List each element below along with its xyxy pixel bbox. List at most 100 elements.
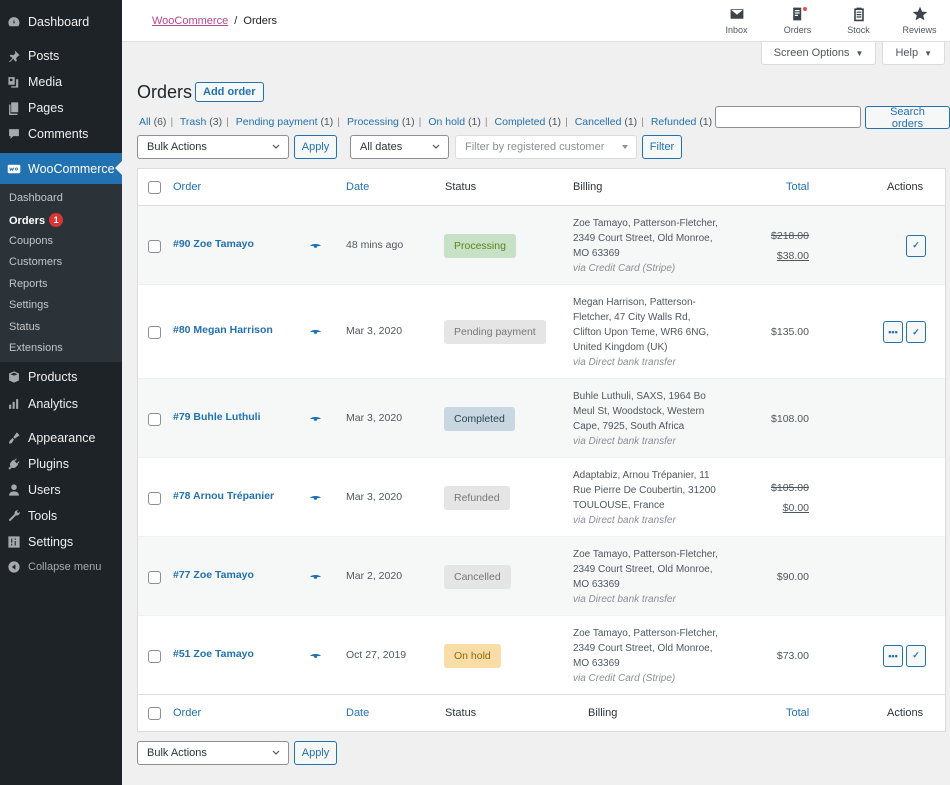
search-orders-button[interactable]: Search orders [865,106,950,130]
breadcrumb-woocommerce-link[interactable]: WooCommerce [152,15,228,27]
table-row[interactable]: #77 Zoe Tamayo Mar 2, 2020 Cancelled Zoe Ta… [138,537,945,616]
table-row[interactable]: #80 Megan Harrison Mar 3, 2020 Pending pay… [138,285,945,379]
sidebar-item-pages[interactable]: Pages [0,95,122,121]
bulk-actions-select-top[interactable]: Bulk Actions [137,135,289,159]
order-link[interactable]: #80 Megan Harrison [173,324,273,336]
toolbar-orders-button[interactable]: Orders [767,6,828,35]
admin-sidebar: Dashboard Posts Media Pages Comments Woo… [0,0,122,785]
filter-processing[interactable]: Processing (1) [347,116,415,128]
screen-options-button[interactable]: Screen Options ▼ [760,42,877,65]
column-total-header[interactable]: Total [786,181,809,193]
preview-eye-icon[interactable] [310,494,321,502]
column-order-header[interactable]: Order [173,181,201,193]
search-orders-input[interactable] [715,106,861,128]
status-badge: Completed [444,406,515,431]
select-all-checkbox[interactable] [148,181,161,194]
date-filter-value: All dates [360,141,403,153]
sidebar-item-woocommerce[interactable]: WooCommerce [0,153,122,184]
filter-trash[interactable]: Trash (3) [180,116,222,128]
orders-count-badge: 1 [49,213,64,227]
sidebar-item-posts[interactable]: Posts [0,43,122,69]
submenu-item-extensions[interactable]: Extensions [9,342,63,354]
bulk-actions-select-bottom[interactable]: Bulk Actions [137,741,289,765]
column-order-footer[interactable]: Order [173,707,201,719]
status-badge: Cancelled [444,564,511,589]
sidebar-item-settings[interactable]: Settings [0,529,122,555]
select-all-checkbox-footer[interactable] [148,707,161,720]
filter-completed[interactable]: Completed (1) [495,116,562,128]
row-checkbox[interactable] [148,649,161,663]
order-link[interactable]: #51 Zoe Tamayo [173,648,254,660]
apply-button-top[interactable]: Apply [294,135,337,159]
submenu-item-customers[interactable]: Customers [9,256,62,268]
toolbar-label: Orders [783,25,812,35]
mark-complete-button[interactable]: ✓ [906,234,926,257]
submenu-item-orders[interactable]: Orders 1 [9,213,64,227]
filter-refunded[interactable]: Refunded (1) [651,116,712,128]
mark-processing-button[interactable]: ••• [883,321,903,343]
preview-eye-icon[interactable] [310,652,321,660]
column-date-footer[interactable]: Date [346,707,369,719]
submenu-item-reports[interactable]: Reports [9,278,48,290]
toolbar-reviews-button[interactable]: Reviews [889,6,950,35]
filter-on-hold[interactable]: On hold (1) [428,116,481,128]
user-icon [7,483,21,497]
billing-line: Zoe Tamayo, Patterson-Fletcher, [573,627,718,639]
toolbar-stock-button[interactable]: Stock [828,6,889,35]
toolbar-inbox-button[interactable]: Inbox [706,6,767,35]
row-checkbox[interactable] [148,239,161,253]
sidebar-item-products[interactable]: Products [0,364,122,390]
sidebar-item-media[interactable]: Media [0,69,122,95]
preview-eye-icon[interactable] [310,242,321,250]
order-link[interactable]: #79 Buhle Luthuli [173,411,261,423]
order-link[interactable]: #77 Zoe Tamayo [173,569,254,581]
filter-cancelled[interactable]: Cancelled (1) [575,116,637,128]
table-row[interactable]: #79 Buhle Luthuli Mar 3, 2020 Completed Buh… [138,379,945,458]
sidebar-item-comments[interactable]: Comments [0,121,122,147]
submenu-item-coupons[interactable]: Coupons [9,235,53,247]
filter-button[interactable]: Filter [642,135,682,159]
help-button[interactable]: Help ▼ [882,42,945,65]
preview-eye-icon[interactable] [310,573,321,581]
order-total: $218.00 $38.00 [771,226,809,266]
sidebar-item-tools[interactable]: Tools [0,503,122,529]
mark-complete-button[interactable]: ✓ [906,321,926,343]
sidebar-item-analytics[interactable]: Analytics [0,391,122,417]
row-checkbox[interactable] [148,491,161,505]
row-checkbox[interactable] [148,326,161,339]
table-row[interactable]: #51 Zoe Tamayo Oct 27, 2019 On hold Zoe Tam… [138,616,945,695]
submenu-item-settings[interactable]: Settings [9,299,49,311]
column-total-footer[interactable]: Total [786,707,809,719]
clipboard-icon [853,7,864,22]
filter-pending-payment[interactable]: Pending payment (1) [236,116,334,128]
column-date-header[interactable]: Date [346,181,369,193]
sidebar-item-users[interactable]: Users [0,477,122,503]
sidebar-item-plugins[interactable]: Plugins [0,451,122,477]
sidebar-item-dashboard[interactable]: Dashboard [0,9,122,35]
collapse-menu-button[interactable]: Collapse menu [0,554,122,580]
date-filter-select[interactable]: All dates [350,135,449,159]
add-order-button[interactable]: Add order [195,82,264,102]
order-link[interactable]: #90 Zoe Tamayo [173,238,254,250]
filter-all[interactable]: All (6) [139,116,166,128]
billing-line: Zoe Tamayo, Patterson-Fletcher, [573,548,718,560]
submenu-item-status[interactable]: Status [9,321,40,333]
mark-processing-button[interactable]: ••• [883,644,903,667]
customer-filter-select[interactable]: Filter by registered customer [455,135,637,159]
row-checkbox[interactable] [148,412,161,426]
box-icon [7,370,21,384]
submenu-item-dashboard[interactable]: Dashboard [9,192,63,204]
billing-line: 2349 Court Street, Old Monroe, [573,563,713,575]
table-row[interactable]: #90 Zoe Tamayo 48 mins ago Processing Zoe T… [138,206,945,285]
billing-line: Cape, 7925, South Africa [573,420,685,432]
order-link[interactable]: #78 Arnou Trépanier [173,490,274,502]
preview-eye-icon[interactable] [310,328,321,336]
preview-eye-icon[interactable] [310,415,321,423]
table-row[interactable]: #78 Arnou Trépanier Mar 3, 2020 Refunded Ad… [138,458,945,537]
mark-complete-button[interactable]: ✓ [906,644,926,667]
status-badge: Refunded [444,485,510,510]
payment-method: via Direct bank transfer [573,514,676,526]
row-checkbox[interactable] [148,570,161,584]
apply-button-bottom[interactable]: Apply [294,741,337,765]
sidebar-item-appearance[interactable]: Appearance [0,425,122,451]
